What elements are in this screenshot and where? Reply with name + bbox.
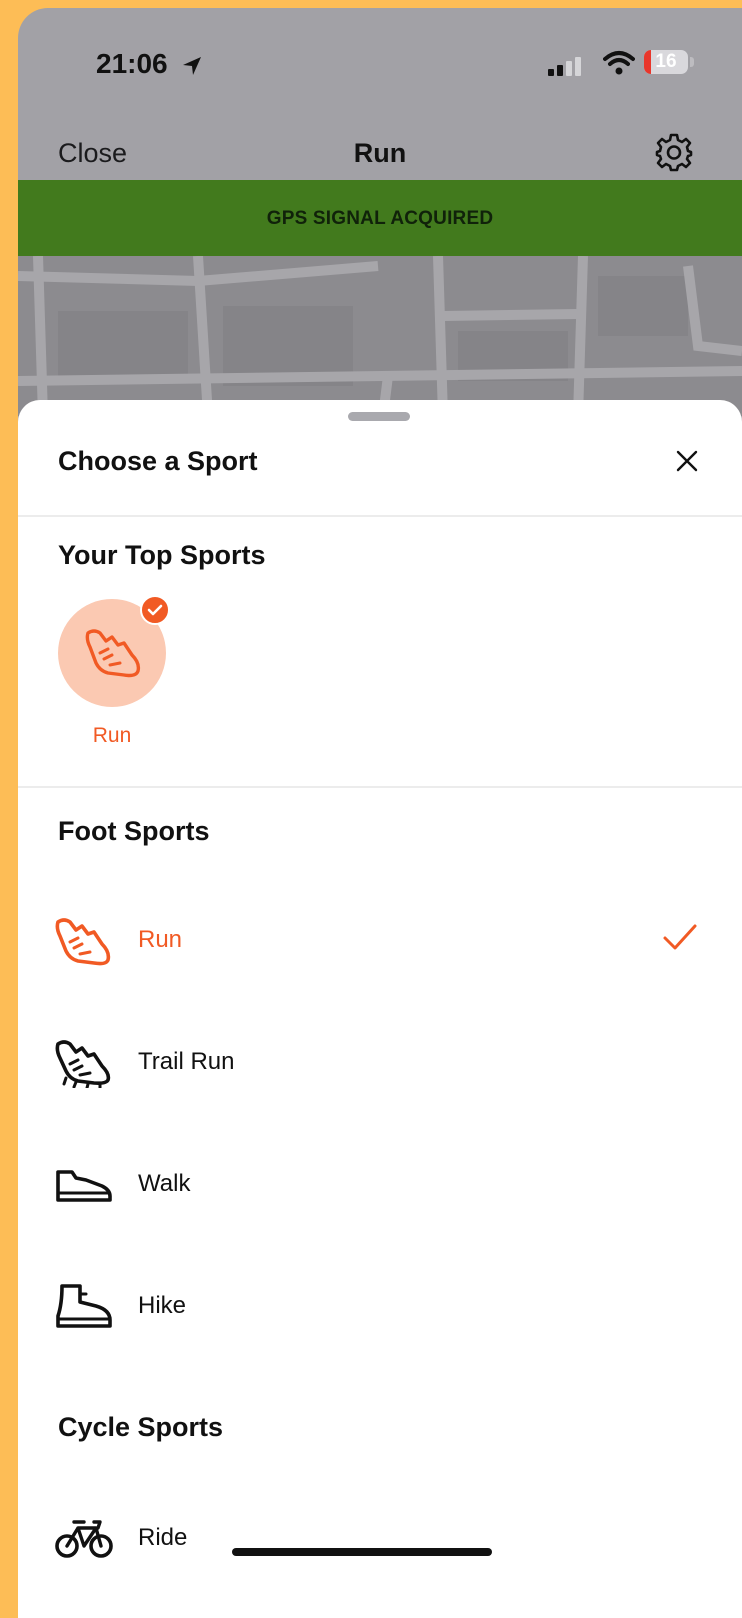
wifi-icon (603, 51, 635, 75)
sheet-title: Choose a Sport (58, 446, 258, 476)
top-sports-heading: Your Top Sports (58, 540, 266, 570)
top-sport-run-label: Run (92, 724, 132, 747)
walk-shoe-icon (56, 1170, 112, 1202)
sport-row-run[interactable]: Run (18, 890, 742, 990)
battery-percent: 16 (655, 51, 677, 72)
sport-row-ride[interactable]: Ride (18, 1488, 742, 1588)
divider (18, 515, 742, 517)
battery-icon: 16 (644, 50, 688, 74)
status-bar: 21:06 16 (18, 8, 742, 118)
cellular-signal-icon (548, 57, 581, 76)
sport-row-label: Hike (138, 1292, 187, 1319)
close-icon[interactable] (670, 444, 704, 478)
check-icon (147, 604, 163, 616)
cycle-sports-heading: Cycle Sports (58, 1412, 224, 1442)
shoe-icon (85, 629, 141, 678)
sport-row-hike[interactable]: Hike (18, 1256, 742, 1356)
nav-bar: Close Run (18, 118, 742, 188)
gear-icon[interactable] (652, 130, 696, 174)
sport-row-walk[interactable]: Walk (18, 1134, 742, 1234)
sport-row-label: Trail Run (138, 1048, 235, 1075)
close-button[interactable]: Close (58, 138, 127, 169)
sport-row-label: Run (138, 926, 183, 953)
sport-row-label: Ride (138, 1524, 188, 1551)
gps-status-banner: GPS SIGNAL ACQUIRED (18, 180, 742, 256)
choose-sport-sheet: Choose a Sport Your Top Sports Run Foot … (18, 400, 742, 1618)
run-shoe-icon (55, 918, 111, 966)
hike-boot-icon (56, 1284, 112, 1328)
time-text: 21:06 (96, 48, 168, 79)
home-indicator[interactable] (232, 1548, 492, 1556)
map-view[interactable] (18, 256, 742, 416)
bike-icon (55, 1520, 113, 1558)
battery-tip (690, 57, 694, 67)
selected-check-badge (140, 595, 170, 625)
location-arrow-icon (183, 56, 202, 75)
checkmark-icon (663, 924, 697, 950)
trail-shoe-icon (55, 1040, 111, 1088)
sport-row-trail-run[interactable]: Trail Run (18, 1012, 742, 1112)
status-time: 21:06 (96, 48, 203, 80)
sheet-drag-handle[interactable] (348, 412, 410, 421)
top-sport-run[interactable] (58, 595, 170, 707)
gps-status-text: GPS SIGNAL ACQUIRED (266, 208, 494, 229)
divider (18, 786, 742, 788)
foot-sports-heading: Foot Sports (58, 816, 210, 846)
sport-row-label: Walk (138, 1170, 191, 1197)
phone-screen: 21:06 16 Close Run GPS SIGNAL ACQUIRED C… (18, 8, 742, 1618)
